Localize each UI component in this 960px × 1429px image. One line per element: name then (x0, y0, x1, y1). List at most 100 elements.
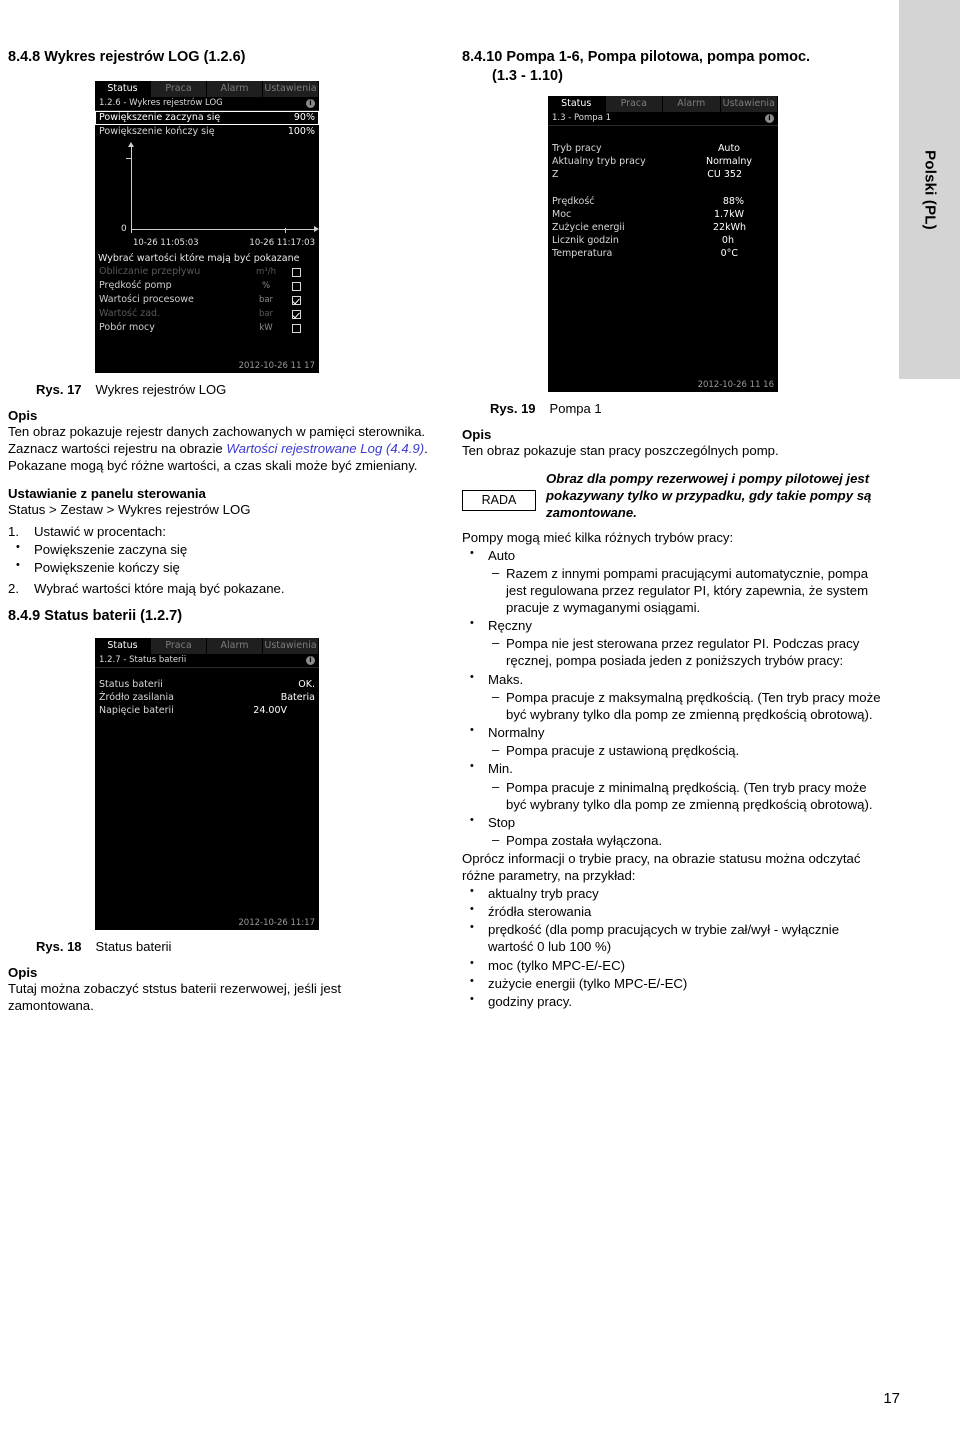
params-intro: Oprócz informacji o trybie pracy, na obr… (462, 851, 861, 884)
lcd3-row-actual-mode[interactable]: Aktualny tryb pracy Normalny (548, 155, 778, 168)
lcd3-row-hours[interactable]: Licznik godzin 0h (548, 234, 778, 247)
opis-heading-3: Opis (462, 427, 492, 443)
info-icon[interactable]: i (306, 99, 315, 109)
mode-desc-min: Pompa pracuje z minimalną prędkością. (T… (462, 779, 882, 813)
figure-number: Rys. 18 (36, 939, 82, 955)
lcd3-tab-status[interactable]: Status (548, 96, 606, 113)
bullet-item: Powiększenie zaczyna się (8, 540, 428, 558)
step-index: 2. (8, 581, 19, 597)
tip-note-text: Obraz dla pompy rezerwowej i pompy pilot… (546, 471, 872, 521)
step-text: Ustawić w procentach: (34, 523, 166, 539)
lcd3-row-speed[interactable]: Prędkość 88% (548, 195, 778, 208)
lcd1-checkbox-label: Prędkość pomp (99, 280, 172, 292)
figure-caption-17: Rys. 17 Wykres rejestrów LOG (8, 382, 428, 397)
lcd1-checkbox-unit: bar (258, 295, 274, 306)
lcd3-row-temperature[interactable]: Temperatura 0°C (548, 247, 778, 260)
lcd1-checkbox-label: Wartość zad. (99, 308, 161, 320)
lcd1-checkbox-row[interactable]: Wartości procesowe bar (95, 293, 319, 307)
mode-desc-reczny: Pompa nie jest sterowana przez regulator… (462, 635, 882, 669)
lcd2-row-battery-voltage[interactable]: Napięcie baterii 24.00V (95, 704, 319, 717)
checkbox-icon[interactable] (292, 281, 301, 291)
lcd1-row-zoom-start-label: Powiększenie zaczyna się (99, 112, 221, 124)
param-item: zużycie energii (tylko MPC-E/-EC) (462, 974, 882, 992)
opis-paragraph-3: Ten obraz pokazuje stan pracy poszczegól… (462, 443, 779, 459)
section-heading-848: 8.4.8 Wykres rejestrów LOG (1.2.6) (8, 49, 246, 65)
step-item-1: 1. Ustawić w procentach: (8, 523, 428, 540)
language-tab-label: Polski (PL) (921, 149, 938, 230)
step-text: Wybrać wartości które mają być pokazane. (34, 581, 285, 597)
checkbox-icon[interactable] (292, 267, 301, 277)
lcd1-title-text: 1.2.6 - Wykres rejestrów LOG (99, 98, 223, 109)
checkbox-checked-icon[interactable] (292, 309, 301, 319)
lcd2-tab-praca[interactable]: Praca (151, 638, 207, 655)
settings-path: Status > Zestaw > Wykres rejestrów LOG (8, 501, 251, 517)
lcd1-checkbox-unit: m³/h (256, 267, 276, 278)
lcd1-row-zoom-end[interactable]: Powiększenie kończy się 100% (95, 125, 319, 138)
lcd3-row-value: 0°C (720, 248, 738, 260)
param-item: prędkość (dla pomp pracujących w trybie … (462, 920, 882, 955)
lcd1-checkbox-row[interactable]: Obliczanie przepływu m³/h (95, 265, 319, 279)
lcd2-tab-ustawienia[interactable]: Ustawienia (263, 638, 319, 655)
lcd3-row-value: 22kWh (712, 222, 746, 234)
info-icon[interactable]: i (765, 114, 774, 124)
lcd1-row-zoom-start[interactable]: Powiększenie zaczyna się 90% (95, 111, 319, 126)
lcd1-checkbox-label: Obliczanie przepływu (99, 266, 201, 278)
mode-desc-normalny: Pompa pracuje z ustawioną prędkością. (462, 742, 882, 759)
lcd3-row-value: Auto (717, 143, 740, 155)
lcd2-row-battery-status[interactable]: Status baterii OK. (95, 678, 319, 691)
chart-xlabel-left: 10-26 11:05:03 (133, 238, 199, 249)
mode-desc-maks: Pompa pracuje z maksymalną prędkością. (… (462, 689, 882, 723)
lcd1-checkbox-row[interactable]: Wartość zad. bar (95, 307, 319, 321)
lcd3-row-power[interactable]: Moc 1.7kW (548, 208, 778, 221)
figure-title: Wykres rejestrów LOG (95, 382, 227, 398)
lcd3-row-label: Z (552, 169, 559, 181)
tip-badge: RADA (462, 490, 536, 512)
chart-x-tick-right (285, 228, 286, 234)
lcd2-tab-alarm[interactable]: Alarm (207, 638, 263, 655)
lcd1-tab-ustawienia[interactable]: Ustawienia (263, 81, 319, 98)
lcd3-row-label: Tryb pracy (552, 143, 602, 155)
lcd2-row-value: OK. (298, 679, 315, 691)
lcd3-row-operating-mode[interactable]: Tryb pracy Auto (548, 142, 778, 155)
opis-paragraph-2: Tutaj można zobaczyć ststus baterii reze… (8, 981, 341, 1014)
lcd3-tab-bar: Status Praca Alarm Ustawienia (548, 96, 778, 113)
lcd1-row-zoom-end-value: 100% (287, 126, 315, 138)
lcd3-title-text: 1.3 - Pompa 1 (552, 113, 612, 124)
lcd3-row-energy[interactable]: Zużycie energii 22kWh (548, 221, 778, 234)
lcd3-tab-alarm[interactable]: Alarm (663, 96, 721, 113)
lcd3-row-value: 0h (721, 235, 734, 247)
opis-paragraph-1: Ten obraz pokazuje rejestr danych zachow… (8, 424, 428, 475)
lcd3-tab-ustawienia[interactable]: Ustawienia (720, 96, 778, 113)
lcd1-checkbox-unit: % (261, 281, 271, 292)
opis-heading-2: Opis (8, 965, 38, 981)
lcd3-row-label: Zużycie energii (552, 222, 625, 234)
lcd1-checkbox-unit: bar (258, 309, 274, 320)
figure-caption-19: Rys. 19 Pompa 1 (462, 401, 882, 416)
lcd1-tab-alarm[interactable]: Alarm (207, 81, 263, 98)
lcd-screenshot-pump1-status: Status Praca Alarm Ustawienia 1.3 - Pomp… (548, 96, 778, 393)
lcd2-tab-status[interactable]: Status (95, 638, 151, 655)
mode-item-stop: Stop (462, 813, 882, 831)
lcd1-tab-praca[interactable]: Praca (151, 81, 207, 98)
lcd1-checkbox-row[interactable]: Pobór mocy kW (95, 321, 319, 335)
lcd3-row-control-source[interactable]: Z CU 352 (548, 168, 778, 181)
checkbox-icon[interactable] (292, 323, 301, 333)
lcd2-row-power-source[interactable]: Źródło zasilania Bateria (95, 691, 319, 704)
lcd1-log-chart: 0 10-26 11:05:03 10-26 11:17:03 (95, 140, 319, 252)
opis-cross-reference-link[interactable]: Wartości rejestrowane Log (4.4.9) (226, 441, 424, 456)
chart-x-tick-left (131, 228, 132, 234)
info-icon[interactable]: i (306, 656, 315, 666)
mode-desc-stop: Pompa została wyłączona. (462, 832, 882, 849)
lcd1-subheading: Wybrać wartości które mają być pokazane (98, 253, 300, 265)
lcd1-tab-status[interactable]: Status (95, 81, 151, 98)
lcd3-tab-praca[interactable]: Praca (605, 96, 663, 113)
page-number: 17 (883, 1390, 900, 1407)
figure-title: Pompa 1 (549, 401, 602, 417)
section-heading-849: 8.4.9 Status baterii (1.2.7) (8, 608, 183, 625)
param-item: aktualny tryb pracy (462, 884, 882, 902)
lcd-screenshot-log-chart: Status Praca Alarm Ustawienia 1.2.6 - Wy… (95, 81, 319, 374)
lcd1-checkbox-row[interactable]: Prędkość pomp % (95, 279, 319, 293)
lcd2-title-text: 1.2.7 - Status baterii (99, 655, 187, 666)
lcd3-row-label: Aktualny tryb pracy (552, 156, 646, 168)
checkbox-checked-icon[interactable] (292, 295, 301, 305)
